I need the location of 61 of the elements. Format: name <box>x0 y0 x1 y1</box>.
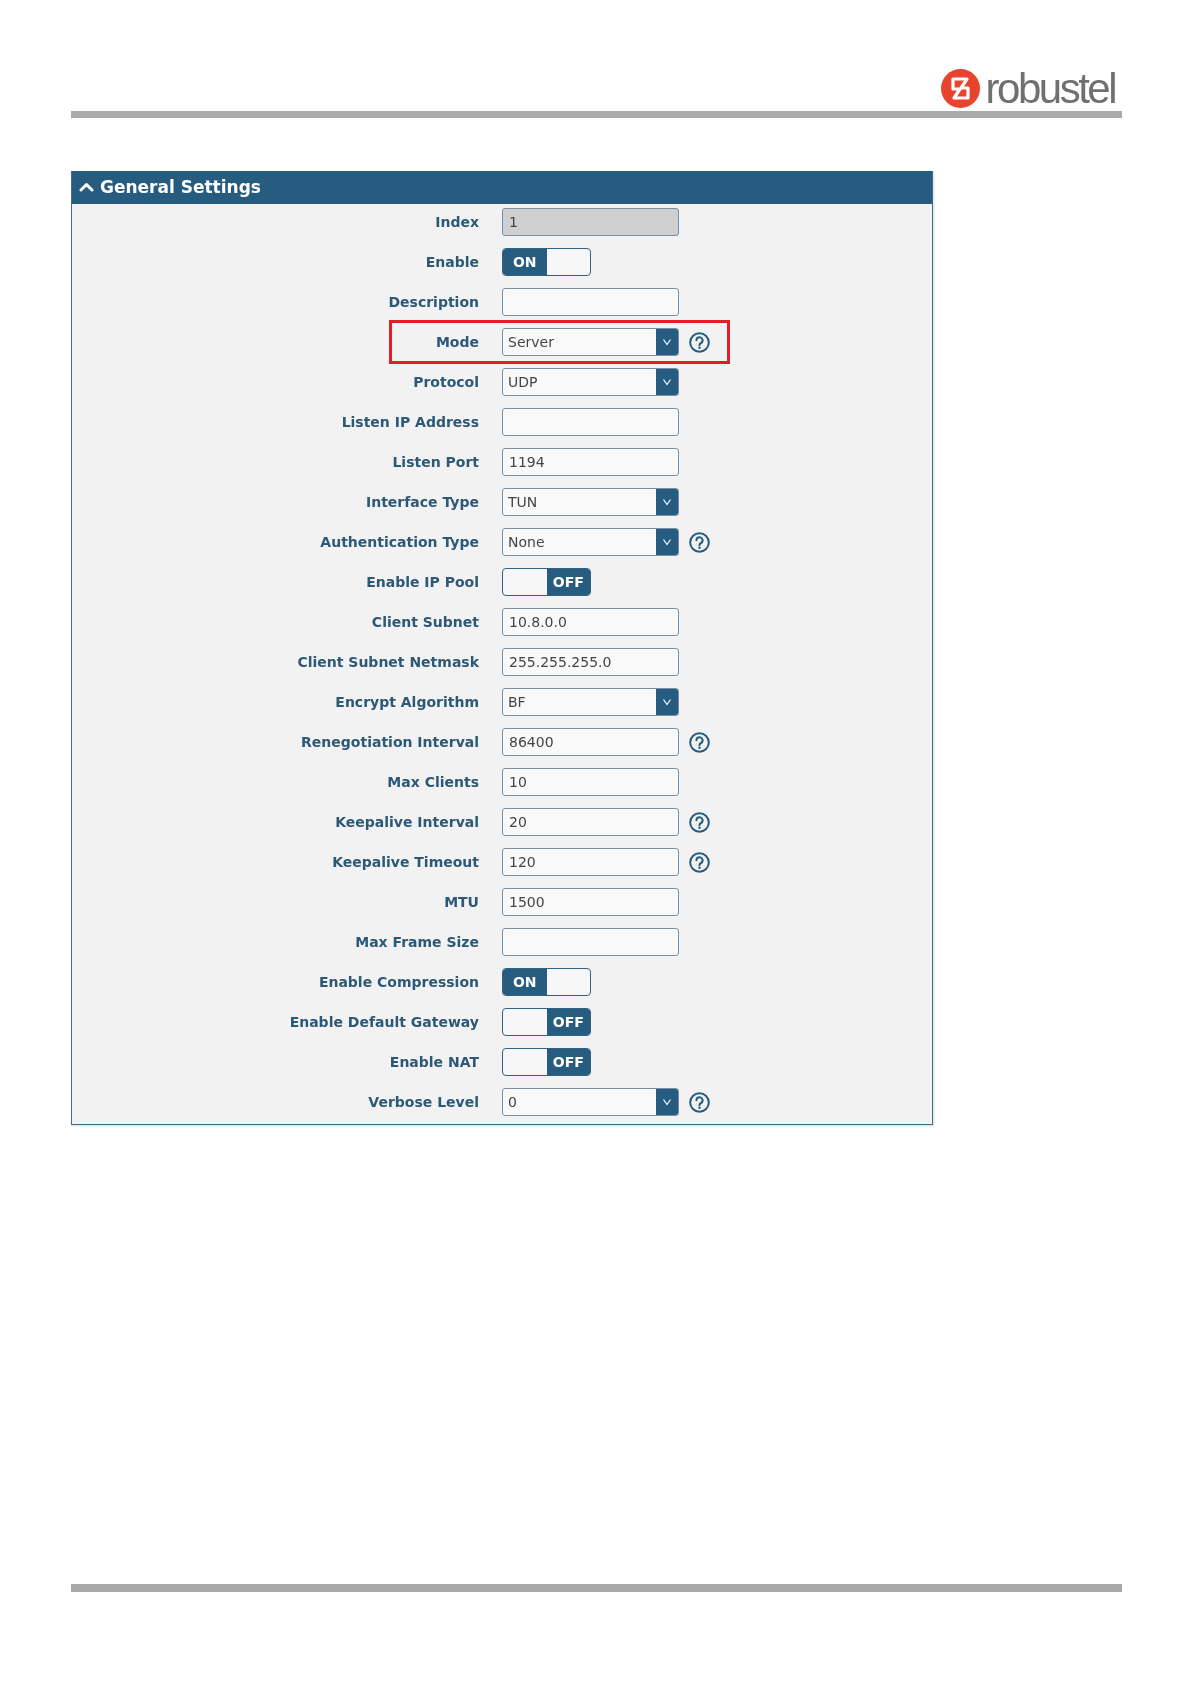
dropdown-field[interactable]: 0 <box>502 1088 679 1116</box>
field-label: Protocol <box>412 372 479 392</box>
field-label: Interface Type <box>365 492 479 512</box>
help-icon[interactable] <box>689 731 710 753</box>
toggle-switch[interactable]: OFF <box>502 1048 591 1076</box>
help-icon[interactable] <box>689 531 710 553</box>
text-field[interactable]: 10.8.0.0 <box>502 608 679 636</box>
panel-header[interactable]: General Settings <box>72 171 932 204</box>
toggle-switch[interactable]: ON <box>502 968 591 996</box>
help-icon[interactable] <box>689 1091 710 1113</box>
toggle-switch[interactable]: ON <box>502 248 591 276</box>
help-icon[interactable] <box>689 811 710 833</box>
field-label: Enable NAT <box>388 1052 479 1072</box>
field-label: Encrypt Algorithm <box>334 692 479 712</box>
field-label: Enable Default Gateway <box>288 1012 479 1032</box>
text-field[interactable] <box>502 288 679 316</box>
text-field[interactable]: 255.255.255.0 <box>502 648 679 676</box>
field-label: MTU <box>443 892 479 912</box>
field-label: Keepalive Interval <box>334 812 479 832</box>
chevron-down-icon[interactable] <box>656 1089 678 1115</box>
field-label: Description <box>387 292 479 312</box>
field-label: Max Frame Size <box>354 932 479 952</box>
dropdown-field[interactable]: TUN <box>502 488 679 516</box>
field-label: Authentication Type <box>319 532 479 552</box>
text-field[interactable]: 120 <box>502 848 679 876</box>
toggle-switch[interactable]: OFF <box>502 568 591 596</box>
field-label: Enable IP Pool <box>365 572 479 592</box>
dropdown-field[interactable]: Server <box>502 328 679 356</box>
help-icon[interactable] <box>689 851 710 873</box>
toggle-switch[interactable]: OFF <box>502 1008 591 1036</box>
dropdown-field[interactable]: UDP <box>502 368 679 396</box>
field-label: Listen IP Address <box>340 412 479 432</box>
text-field[interactable]: 86400 <box>502 728 679 756</box>
field-label: Max Clients <box>386 772 479 792</box>
text-field[interactable]: 20 <box>502 808 679 836</box>
dropdown-field[interactable]: None <box>502 528 679 556</box>
field-label: Verbose Level <box>367 1092 479 1112</box>
field-label: Client Subnet <box>370 612 479 632</box>
field-label: Index <box>434 212 479 232</box>
field-label: Keepalive Timeout <box>331 852 479 872</box>
dropdown-field[interactable]: BF <box>502 688 679 716</box>
field-label: Client Subnet Netmask <box>296 652 479 672</box>
logo-icon <box>940 69 980 108</box>
text-field[interactable]: 1194 <box>502 448 679 476</box>
field-label: Listen Port <box>391 452 479 472</box>
chevron-down-icon[interactable] <box>656 329 678 355</box>
text-field[interactable] <box>502 408 679 436</box>
chevron-down-icon[interactable] <box>656 369 678 395</box>
text-field[interactable]: 10 <box>502 768 679 796</box>
field-label: Mode <box>434 332 479 352</box>
panel-title: General Settings <box>100 179 261 196</box>
field-label: Enable Compression <box>317 972 479 992</box>
chevron-down-icon[interactable] <box>656 529 678 555</box>
field-label: Renegotiation Interval <box>300 732 479 752</box>
chevron-down-icon[interactable] <box>656 489 678 515</box>
chevron-down-icon[interactable] <box>656 689 678 715</box>
help-icon[interactable] <box>689 331 710 353</box>
text-field[interactable] <box>502 928 679 956</box>
text-field[interactable]: 1500 <box>502 888 679 916</box>
logo-text: robustel <box>985 67 1115 110</box>
field-label: Enable <box>424 252 479 272</box>
